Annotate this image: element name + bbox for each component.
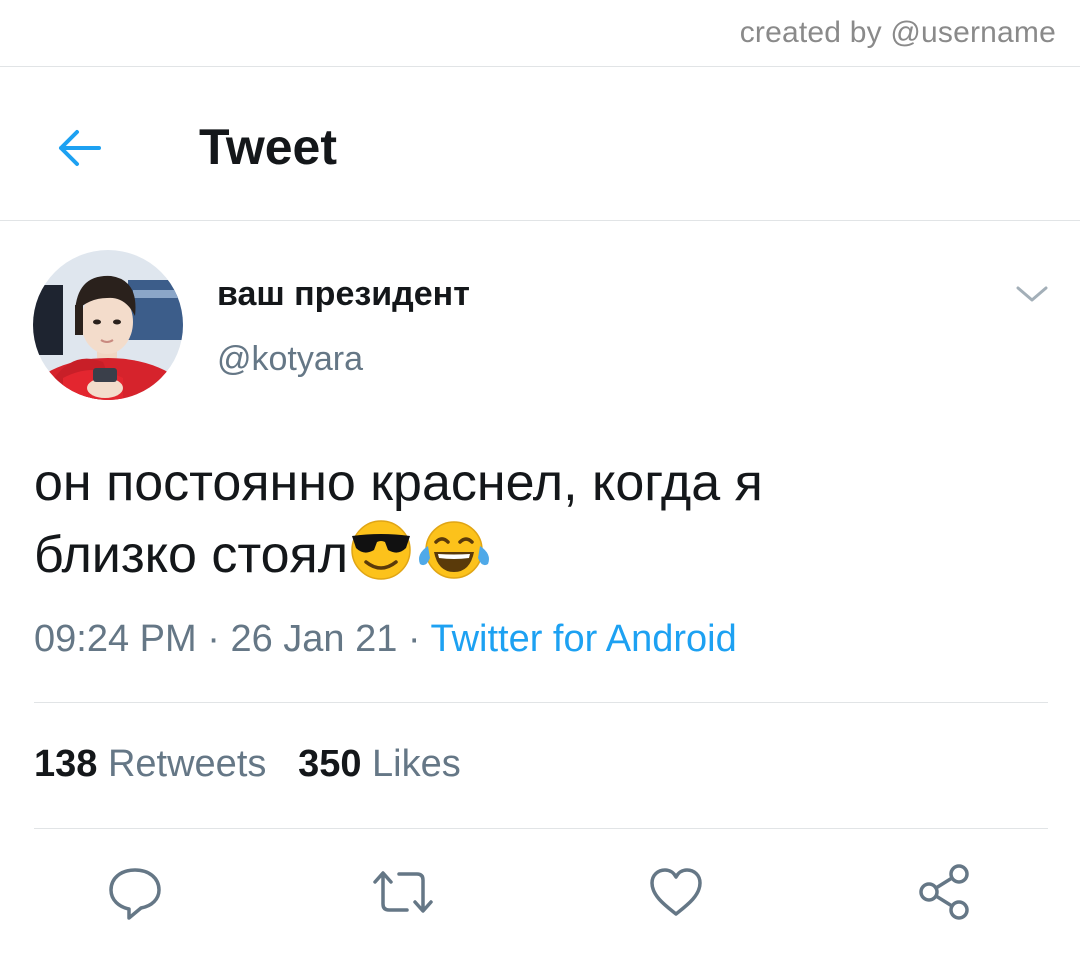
- retweets-count: 138: [34, 743, 98, 785]
- header-divider: [0, 220, 1080, 221]
- creator-credit: created by @username: [739, 16, 1056, 49]
- retweets-stat[interactable]: 138 Retweets: [34, 743, 266, 785]
- meta-separator: ·: [207, 618, 220, 660]
- stats-divider: [34, 828, 1048, 829]
- tweet-options-button[interactable]: [1010, 276, 1054, 312]
- likes-count: 350: [298, 743, 362, 785]
- avatar[interactable]: [33, 250, 183, 400]
- tweet-meta: 09:24 PM · 26 Jan 21 · Twitter for Andro…: [34, 618, 737, 661]
- user-handle[interactable]: @kotyara: [217, 340, 363, 379]
- tweet-text-line-1: он постоянно краснел, когда я: [34, 454, 763, 512]
- chevron-down-icon: [1016, 286, 1048, 302]
- tweet-text: он постоянно краснел, когда я близко сто…: [34, 448, 1044, 598]
- tweet-date: 26 Jan 21: [230, 618, 398, 660]
- tweet-time: 09:24 PM: [34, 618, 197, 660]
- retweet-icon: [373, 871, 433, 913]
- meta-separator: ·: [407, 618, 421, 660]
- like-button[interactable]: [644, 860, 708, 924]
- meta-divider: [34, 702, 1048, 703]
- reply-button[interactable]: [103, 860, 167, 924]
- reply-icon: [109, 868, 161, 920]
- top-divider: [0, 66, 1080, 67]
- back-button[interactable]: [50, 120, 106, 176]
- share-button[interactable]: [913, 860, 977, 924]
- display-name[interactable]: ваш президент: [217, 275, 470, 314]
- tears-of-joy-emoji: [414, 518, 494, 598]
- tweet-text-line-2: близко стоял: [34, 518, 1044, 598]
- avatar-image: [33, 250, 183, 400]
- page-title: Tweet: [199, 119, 337, 175]
- likes-stat[interactable]: 350 Likes: [298, 743, 461, 785]
- retweets-label: Retweets: [107, 743, 267, 785]
- share-icon: [919, 864, 969, 920]
- tweet-stats: 138 Retweets 350 Likes: [34, 743, 461, 786]
- tweet-source-link[interactable]: Twitter for Android: [430, 618, 736, 660]
- tweet-text-line-2-words: близко стоял: [34, 526, 349, 584]
- likes-label: Likes: [372, 743, 461, 785]
- tweet-page: created by @username Tweet ваш президент…: [0, 0, 1080, 976]
- like-icon: [650, 868, 702, 916]
- back-arrow-icon: [59, 130, 101, 166]
- sunglasses-emoji: [348, 518, 414, 598]
- retweet-button[interactable]: [371, 860, 435, 924]
